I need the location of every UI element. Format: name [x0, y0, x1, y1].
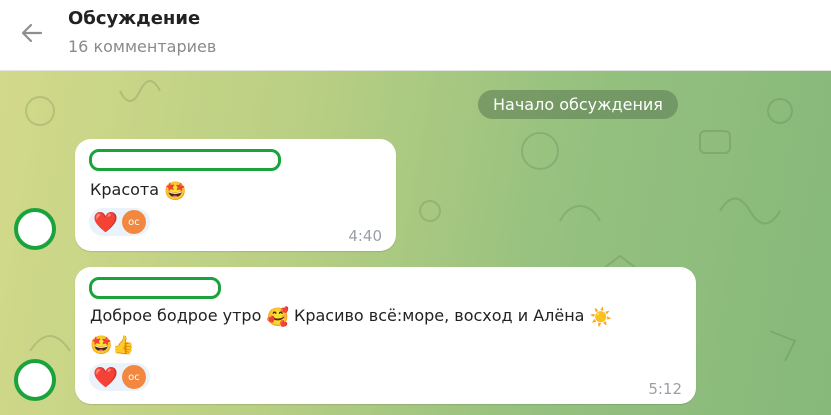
- sender-name-redacted: [89, 149, 281, 171]
- reactor-avatar: ос: [121, 365, 146, 389]
- avatar[interactable]: [14, 359, 56, 401]
- arrow-left-icon: [21, 23, 43, 43]
- message-time: 5:12: [648, 380, 682, 398]
- back-button[interactable]: [14, 18, 50, 48]
- chat-area[interactable]: Начало обсуждения Красота 🤩 ❤️ ос 4:40 Д…: [0, 71, 831, 415]
- reactions-bar[interactable]: ❤️ ос: [89, 208, 150, 236]
- page-title: Обсуждение: [68, 8, 201, 29]
- heart-reaction-icon[interactable]: ❤️: [93, 211, 118, 233]
- reactor-avatar: ос: [121, 210, 146, 234]
- sender-name-redacted: [89, 277, 221, 299]
- star-struck-emoji: 🤩: [164, 181, 187, 202]
- heart-reaction-icon[interactable]: ❤️: [93, 366, 118, 388]
- star-struck-thumbs-up-emoji: 🤩👍: [90, 335, 135, 356]
- message-text: Доброе бодрое утро 🥰 Красиво всё:море, в…: [90, 303, 680, 359]
- message-text: Красота 🤩: [90, 177, 187, 205]
- sun-emoji: ☀️: [589, 307, 612, 328]
- reactions-bar[interactable]: ❤️ ос: [89, 363, 150, 391]
- message-bubble[interactable]: Красота 🤩 ❤️ ос 4:40: [75, 139, 396, 251]
- discussion-start-label: Начало обсуждения: [478, 90, 678, 119]
- chat-header: Обсуждение 16 комментариев: [0, 0, 831, 71]
- message-time: 4:40: [348, 227, 382, 245]
- message-bubble[interactable]: Доброе бодрое утро 🥰 Красиво всё:море, в…: [75, 267, 696, 404]
- comment-count: 16 комментариев: [68, 37, 217, 56]
- smiling-hearts-emoji: 🥰: [266, 307, 289, 328]
- avatar[interactable]: [14, 208, 56, 250]
